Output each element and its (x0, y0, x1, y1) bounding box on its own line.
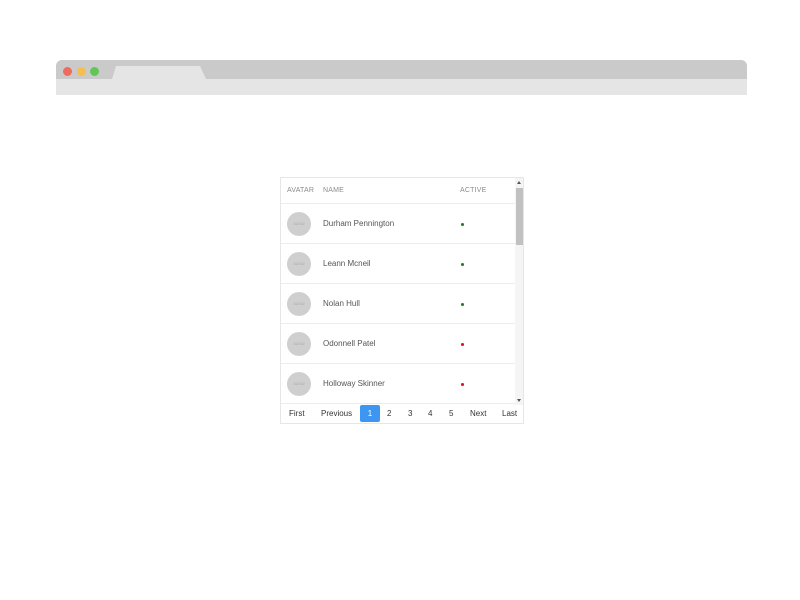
avatar: 32×32 (287, 372, 311, 396)
page-button-4[interactable]: 4 (428, 405, 432, 423)
page-button-2[interactable]: 2 (387, 405, 391, 423)
avatar: 32×32 (287, 252, 311, 276)
avatar: 32×32 (287, 292, 311, 316)
pagination: First Previous 1 2 3 4 5 Next Last (281, 405, 523, 423)
column-header-name[interactable]: NAME (323, 187, 344, 194)
avatar-placeholder-text: 32×32 (293, 221, 305, 226)
table-row[interactable]: 32×32 Leann Mcneil (281, 244, 515, 284)
person-name: Nolan Hull (323, 299, 360, 308)
avatar-placeholder-text: 32×32 (293, 381, 305, 386)
inactive-status-icon (461, 343, 464, 346)
person-name: Leann Mcneil (323, 259, 371, 268)
minimize-window-button[interactable] (77, 67, 86, 76)
page-button-3[interactable]: 3 (408, 405, 412, 423)
previous-page-button[interactable]: Previous (321, 405, 352, 423)
person-name: Holloway Skinner (323, 379, 385, 388)
avatar-placeholder-text: 32×32 (293, 261, 305, 266)
avatar-placeholder-text: 32×32 (293, 341, 305, 346)
vertical-scrollbar[interactable] (515, 178, 523, 405)
down-arrow-icon[interactable] (517, 399, 521, 402)
browser-tab[interactable] (112, 66, 206, 79)
grid-header: AVATAR NAME ACTIVE (281, 178, 515, 204)
avatar-placeholder-text: 32×32 (293, 301, 305, 306)
column-header-active[interactable]: ACTIVE (460, 187, 486, 194)
column-header-avatar[interactable]: AVATAR (287, 187, 314, 194)
people-grid: AVATAR NAME ACTIVE 32×32 Durham Penningt… (280, 177, 524, 424)
maximize-window-button[interactable] (90, 67, 99, 76)
page-button-5[interactable]: 5 (449, 405, 453, 423)
avatar: 32×32 (287, 332, 311, 356)
table-row[interactable]: 32×32 Durham Pennington (281, 204, 515, 244)
first-page-button[interactable]: First (289, 405, 305, 423)
last-page-button[interactable]: Last (502, 405, 517, 423)
page-button-1[interactable]: 1 (360, 405, 380, 422)
next-page-button[interactable]: Next (470, 405, 486, 423)
grid-viewport[interactable]: AVATAR NAME ACTIVE 32×32 Durham Penningt… (281, 178, 515, 405)
up-arrow-icon[interactable] (517, 181, 521, 184)
active-status-icon (461, 263, 464, 266)
table-row[interactable]: 32×32 Holloway Skinner (281, 364, 515, 404)
inactive-status-icon (461, 383, 464, 386)
close-window-button[interactable] (63, 67, 72, 76)
person-name: Odonnell Patel (323, 339, 376, 348)
person-name: Durham Pennington (323, 219, 395, 228)
browser-chrome (56, 60, 747, 95)
avatar: 32×32 (287, 212, 311, 236)
table-row[interactable]: 32×32 Nolan Hull (281, 284, 515, 324)
active-status-icon (461, 223, 464, 226)
scrollbar-thumb[interactable] (516, 188, 523, 245)
active-status-icon (461, 303, 464, 306)
table-row[interactable]: 32×32 Odonnell Patel (281, 324, 515, 364)
